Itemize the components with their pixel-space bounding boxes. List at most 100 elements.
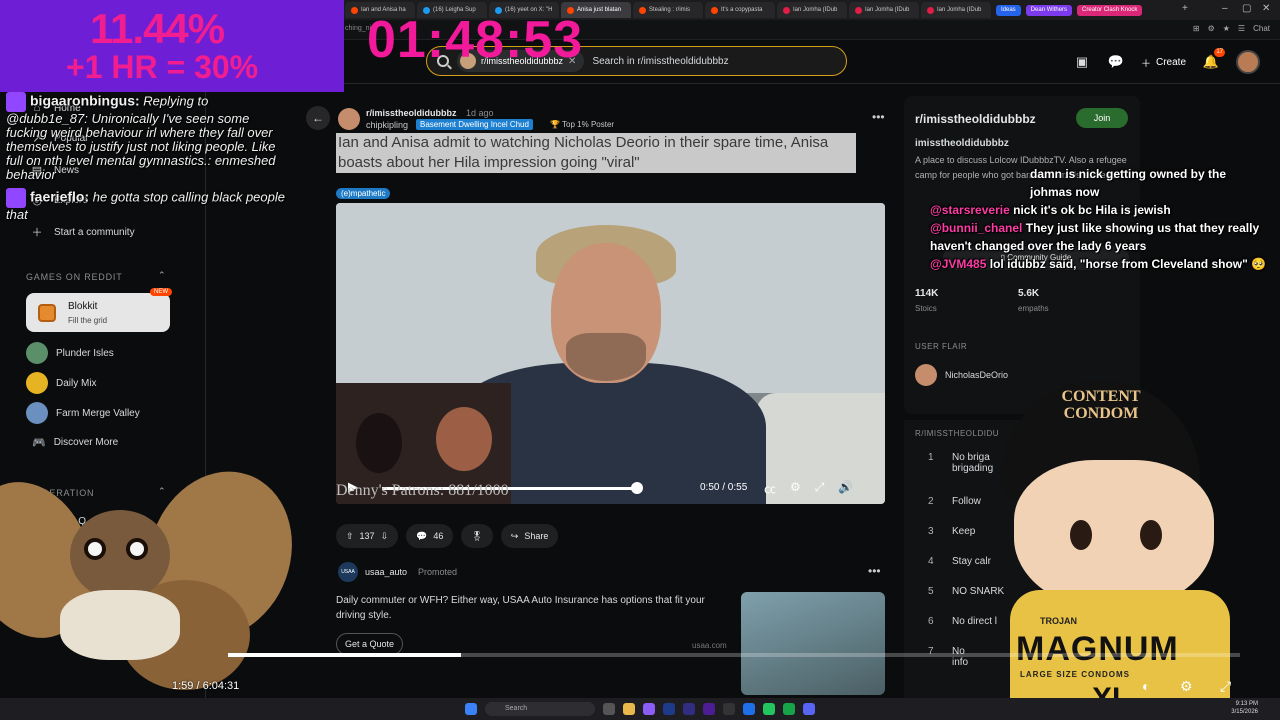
extension-icon[interactable]: ☰ bbox=[1238, 24, 1245, 33]
shirt-brand: TROJAN bbox=[1040, 616, 1078, 626]
sidebar-item-start-community[interactable]: ＋ Start a community bbox=[30, 224, 135, 240]
photoshop-icon[interactable] bbox=[663, 703, 675, 715]
post-author[interactable]: chipkipling bbox=[366, 120, 408, 130]
share-button[interactable]: ↪ Share bbox=[500, 524, 559, 548]
rule-item[interactable]: 7 No info bbox=[928, 646, 968, 668]
game-item-plunder-isles[interactable]: Plunder Isles bbox=[26, 342, 114, 364]
video-player[interactable]: ▶ 0:50 / 0:55 ㏄ ⚙ ⤢ 🔊 bbox=[336, 203, 885, 504]
bookmark-pill[interactable]: Creator Clash Knock bbox=[1077, 4, 1143, 16]
game-item-discover-more[interactable]: 🎮 Discover More bbox=[32, 436, 118, 449]
browser-tab[interactable]: Ian Jomha (IDub bbox=[849, 2, 919, 18]
rule-text: No info bbox=[952, 646, 968, 668]
user-flair-title: USER FLAIR bbox=[915, 342, 968, 351]
post-subreddit[interactable]: r/imisstheoldidubbbz bbox=[366, 108, 457, 118]
more-options-icon[interactable]: ••• bbox=[872, 110, 885, 124]
promoted-post[interactable]: USAA usaa_auto Promoted ••• Daily commut… bbox=[336, 560, 885, 695]
after-effects-icon[interactable] bbox=[703, 703, 715, 715]
chat-message: faerieflo: he gotta stop calling black p… bbox=[6, 188, 286, 222]
chat-button[interactable]: Chat bbox=[1253, 24, 1270, 33]
tab-title: Ian Jomha (IDub bbox=[793, 7, 838, 13]
patrons-counter: Denny's Patrons: 881/1000 bbox=[336, 482, 509, 499]
app-icon[interactable] bbox=[783, 703, 795, 715]
rule-number: 2 bbox=[928, 496, 934, 507]
comments-button[interactable]: 💬 46 bbox=[406, 524, 454, 548]
app-icon[interactable] bbox=[723, 703, 735, 715]
settings-icon[interactable]: ⚙ bbox=[790, 480, 801, 497]
award-button[interactable]: 🎖 bbox=[461, 524, 493, 548]
video-progress-knob[interactable] bbox=[631, 482, 643, 494]
game-item-daily-mix[interactable]: Daily Mix bbox=[26, 372, 97, 394]
maximize-icon[interactable]: ▢ bbox=[1242, 3, 1251, 14]
subreddit-avatar[interactable] bbox=[338, 108, 360, 130]
bookmark-pill[interactable]: Dean Withers bbox=[1025, 4, 1073, 16]
upvote-count: 137 bbox=[359, 531, 375, 541]
create-button[interactable]: ＋ Create bbox=[1141, 55, 1186, 70]
game-item-farm-merge-valley[interactable]: Farm Merge Valley bbox=[26, 402, 140, 424]
extension-icons: ⊞ ⚙ ★ ☰ Chat bbox=[1193, 24, 1270, 33]
extension-icon[interactable]: ⊞ bbox=[1193, 24, 1200, 33]
ads-icon[interactable]: ▣ bbox=[1073, 53, 1091, 71]
extension-icon[interactable]: ⚙ bbox=[1208, 24, 1215, 33]
folder-icon[interactable] bbox=[623, 703, 635, 715]
chat-text: lol idubbz said, "horse from Cleveland s… bbox=[989, 257, 1267, 271]
settings-icon[interactable]: ⚙ bbox=[1180, 678, 1193, 695]
online-label: empaths bbox=[1018, 304, 1049, 313]
vote-pill: ⇧ 137 ⇩ bbox=[336, 524, 399, 548]
more-options-icon[interactable]: ••• bbox=[868, 564, 881, 578]
taskbar-search[interactable]: Search bbox=[485, 702, 595, 716]
volume-icon[interactable]: 🔊 bbox=[838, 480, 853, 497]
new-tab-icon[interactable]: + bbox=[1182, 3, 1188, 14]
moth-fluff bbox=[60, 590, 180, 660]
windows-start-icon[interactable] bbox=[465, 703, 477, 715]
chat-message: @starsreverie nick it's ok bc Hila is je… bbox=[930, 201, 1270, 219]
discord-icon[interactable] bbox=[803, 703, 815, 715]
captions-icon[interactable]: ㏄ bbox=[764, 480, 776, 497]
plus-icon: ＋ bbox=[31, 227, 43, 239]
extension-icon[interactable]: ★ bbox=[1223, 24, 1230, 33]
theater-mode-icon[interactable]: ◐ bbox=[1142, 678, 1150, 694]
upvote-icon[interactable]: ⇧ bbox=[346, 531, 354, 542]
close-icon[interactable]: ✕ bbox=[1262, 3, 1270, 14]
plus-icon: ＋ bbox=[1140, 58, 1151, 70]
promoted-tag: Promoted bbox=[418, 567, 458, 577]
notification-icon[interactable]: 🔔 17 bbox=[1202, 48, 1225, 71]
chat-icon[interactable]: 💬 bbox=[1107, 53, 1125, 71]
chevron-up-icon[interactable]: ⌃ bbox=[158, 270, 166, 281]
clock-date: 3/15/2026 bbox=[1231, 709, 1258, 715]
back-button[interactable]: ← bbox=[306, 106, 330, 130]
chat-text: nick it's ok bc Hila is jewish bbox=[1013, 203, 1171, 217]
blokkit-game-card[interactable]: Blokkit Fill the grid NEW bbox=[26, 288, 172, 332]
stream-progress-bar[interactable] bbox=[228, 653, 1240, 657]
downvote-icon[interactable]: ⇩ bbox=[381, 531, 389, 542]
chat-message: @bunnii_chanel They just like showing us… bbox=[930, 219, 1270, 255]
browser-tab[interactable]: Stealing : r/imis bbox=[633, 2, 703, 18]
fullscreen-icon[interactable]: ⤢ bbox=[815, 480, 825, 497]
post-flair[interactable]: (e)mpathetic bbox=[336, 188, 391, 199]
browser-tab[interactable]: Ian Jomha (IDub bbox=[777, 2, 847, 18]
browser-tab[interactable]: It's a copypasta bbox=[705, 2, 775, 18]
post-title: Ian and Anisa admit to watching Nicholas… bbox=[336, 133, 856, 173]
user-avatar[interactable] bbox=[1236, 50, 1260, 74]
fullscreen-icon[interactable]: ⤢ bbox=[1220, 678, 1231, 695]
flair-avatar bbox=[915, 364, 937, 386]
daily-mix-icon bbox=[26, 372, 48, 394]
rule-item[interactable]: 3 Keep bbox=[928, 526, 975, 537]
get-quote-button[interactable]: Get a Quote bbox=[336, 633, 404, 655]
promo-author[interactable]: usaa_auto bbox=[365, 567, 407, 577]
app-icon[interactable] bbox=[603, 703, 615, 715]
flair-username: NicholasDeOrio bbox=[945, 370, 1009, 380]
premiere-icon[interactable] bbox=[683, 703, 695, 715]
taskbar-clock: 9:13 PM 3/15/2026 bbox=[1231, 700, 1258, 716]
app-icon[interactable] bbox=[643, 703, 655, 715]
bookmark-pill[interactable]: Ideas bbox=[996, 4, 1021, 16]
rule-item[interactable]: 2 Follow bbox=[928, 496, 981, 507]
steam-icon[interactable] bbox=[743, 703, 755, 715]
minimize-icon[interactable]: – bbox=[1222, 3, 1228, 14]
twitch-icon bbox=[6, 188, 26, 208]
join-button[interactable]: Join bbox=[1076, 108, 1128, 128]
promo-image[interactable] bbox=[741, 592, 885, 695]
chrome-icon[interactable] bbox=[763, 703, 775, 715]
browser-tab[interactable]: Ian Jomha (IDub bbox=[921, 2, 991, 18]
tab-title: Anisa just blatan bbox=[577, 7, 622, 13]
tab-title: It's a copypasta bbox=[721, 7, 763, 13]
